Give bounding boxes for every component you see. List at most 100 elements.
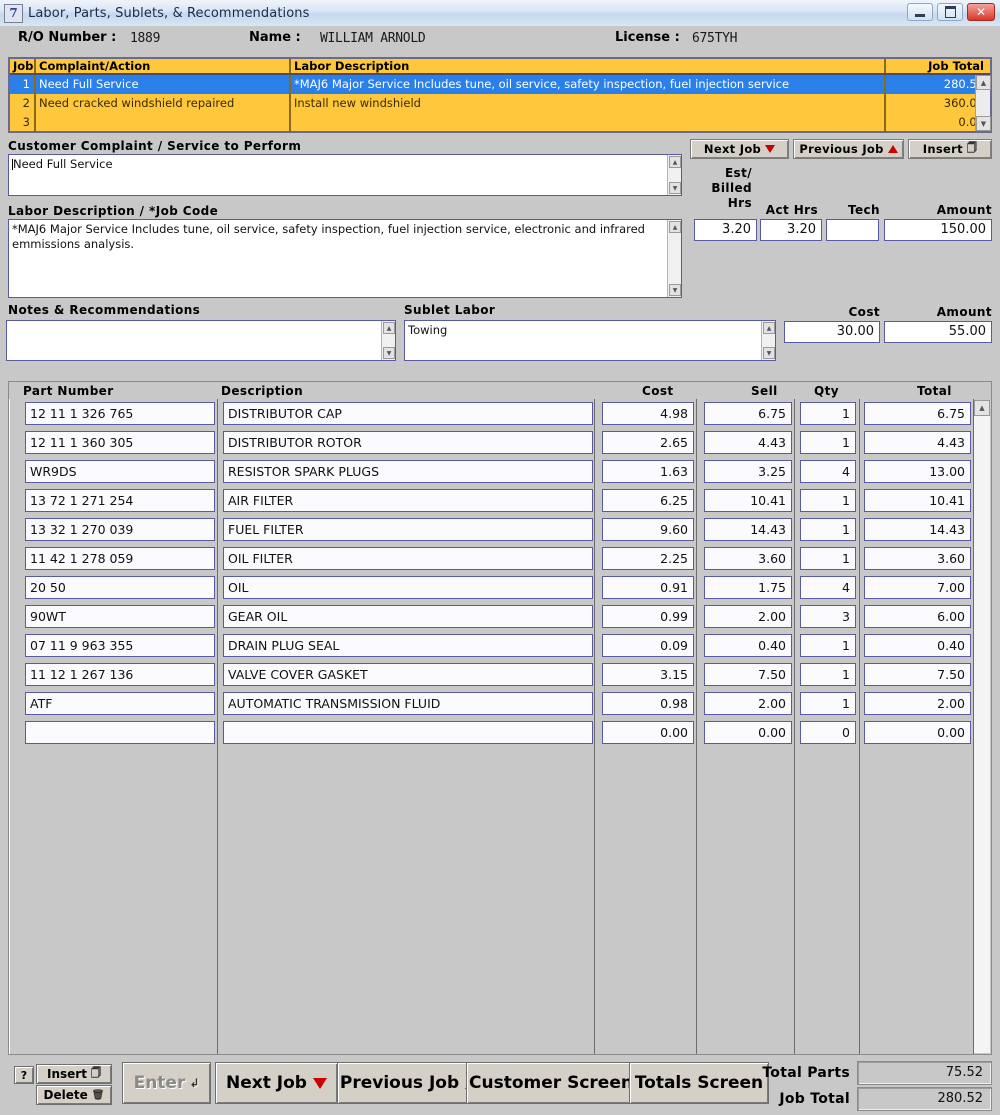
notes-recommendations-input[interactable]: ▲ ▼ xyxy=(6,320,396,361)
job-grid-row[interactable]: 1 Need Full Service *MAJ6 Major Service … xyxy=(10,75,990,94)
parts-cell-part-number[interactable]: 13 72 1 271 254 xyxy=(25,489,215,512)
parts-cell-qty[interactable]: 1 xyxy=(800,547,856,570)
parts-cell-qty[interactable]: 4 xyxy=(800,460,856,483)
parts-cell-total[interactable]: 10.41 xyxy=(864,489,971,512)
scroll-down-icon[interactable]: ▼ xyxy=(763,347,775,359)
maximize-button[interactable] xyxy=(937,3,963,21)
sublet-labor-input[interactable]: Towing ▲ ▼ xyxy=(404,320,776,361)
previous-job-button-top[interactable]: Previous Job xyxy=(793,139,904,159)
job-grid[interactable]: Job Complaint/Action Labor Description J… xyxy=(8,57,992,133)
close-button[interactable]: ✕ xyxy=(967,3,995,21)
parts-cell-sell[interactable]: 6.75 xyxy=(704,402,792,425)
parts-cell-cost[interactable]: 0.09 xyxy=(602,634,694,657)
table-row[interactable]: 13 32 1 270 039 FUEL FILTER 9.60 14.43 1 14.4… xyxy=(9,515,991,544)
scroll-up-icon[interactable]: ▲ xyxy=(974,400,990,416)
parts-cell-sell[interactable]: 2.00 xyxy=(704,605,792,628)
parts-cell-sell[interactable]: 0.00 xyxy=(704,721,792,744)
scroll-up-icon[interactable]: ▲ xyxy=(383,322,395,334)
parts-cell-sell[interactable]: 0.40 xyxy=(704,634,792,657)
scroll-down-icon[interactable]: ▼ xyxy=(976,116,991,131)
scroll-up-icon[interactable]: ▲ xyxy=(669,156,681,168)
job-grid-row[interactable]: 2 Need cracked windshield repaired Insta… xyxy=(10,94,990,113)
labor-description-input[interactable]: *MAJ6 Major Service Includes tune, oil s… xyxy=(8,219,682,298)
table-row[interactable]: 12 11 1 360 305 DISTRIBUTOR ROTOR 2.65 4.43… xyxy=(9,428,991,457)
scroll-up-icon[interactable]: ▲ xyxy=(763,322,775,334)
parts-cell-sell[interactable]: 3.25 xyxy=(704,460,792,483)
parts-cell-total[interactable]: 3.60 xyxy=(864,547,971,570)
insert-button[interactable]: Insert 🗍 xyxy=(36,1064,112,1084)
parts-cell-cost[interactable]: 1.63 xyxy=(602,460,694,483)
parts-cell-part-number[interactable] xyxy=(25,721,215,744)
parts-cell-qty[interactable]: 0 xyxy=(800,721,856,744)
parts-cell-part-number[interactable]: WR9DS xyxy=(25,460,215,483)
table-row[interactable]: 90WT GEAR OIL 0.99 2.00 3 6.00 xyxy=(9,602,991,631)
parts-cell-description[interactable] xyxy=(223,721,593,744)
parts-cell-sell[interactable]: 7.50 xyxy=(704,663,792,686)
parts-cell-part-number[interactable]: 13 32 1 270 039 xyxy=(25,518,215,541)
parts-cell-total[interactable]: 2.00 xyxy=(864,692,971,715)
parts-cell-description[interactable]: FUEL FILTER xyxy=(223,518,593,541)
customer-complaint-scrollbar[interactable]: ▲ ▼ xyxy=(667,155,681,195)
parts-cell-sell[interactable]: 4.43 xyxy=(704,431,792,454)
labor-description-scrollbar[interactable]: ▲ ▼ xyxy=(667,220,681,297)
table-row[interactable]: WR9DS RESISTOR SPARK PLUGS 1.63 3.25 4 13.00 xyxy=(9,457,991,486)
parts-cell-part-number[interactable]: 12 11 1 326 765 xyxy=(25,402,215,425)
parts-cell-cost[interactable]: 0.98 xyxy=(602,692,694,715)
job-grid-row[interactable]: 3 0.00 xyxy=(10,113,990,132)
parts-cell-sell[interactable]: 14.43 xyxy=(704,518,792,541)
parts-cell-total[interactable]: 4.43 xyxy=(864,431,971,454)
act-hrs-input[interactable]: 3.20 xyxy=(760,219,822,241)
parts-table-body[interactable]: 12 11 1 326 765 DISTRIBUTOR CAP 4.98 6.75 1 6… xyxy=(9,399,991,1054)
amount-input-labor[interactable]: 150.00 xyxy=(884,219,992,241)
est-billed-hrs-input[interactable]: 3.20 xyxy=(694,219,757,241)
parts-cell-sell[interactable]: 1.75 xyxy=(704,576,792,599)
parts-cell-total[interactable]: 14.43 xyxy=(864,518,971,541)
scroll-up-icon[interactable]: ▲ xyxy=(976,75,991,90)
parts-cell-part-number[interactable]: 90WT xyxy=(25,605,215,628)
parts-cell-total[interactable]: 0.00 xyxy=(864,721,971,744)
parts-cell-cost[interactable]: 2.65 xyxy=(602,431,694,454)
parts-cell-sell[interactable]: 2.00 xyxy=(704,692,792,715)
parts-cell-qty[interactable]: 1 xyxy=(800,692,856,715)
parts-cell-cost[interactable]: 4.98 xyxy=(602,402,694,425)
customer-complaint-input[interactable]: Need Full Service ▲ ▼ xyxy=(8,154,682,196)
tech-input[interactable] xyxy=(826,219,879,241)
parts-cell-qty[interactable]: 1 xyxy=(800,431,856,454)
customer-screen-button[interactable]: Customer Screen xyxy=(466,1062,636,1104)
parts-cell-qty[interactable]: 3 xyxy=(800,605,856,628)
parts-cell-qty[interactable]: 1 xyxy=(800,489,856,512)
parts-cell-total[interactable]: 7.00 xyxy=(864,576,971,599)
parts-cell-description[interactable]: VALVE COVER GASKET xyxy=(223,663,593,686)
parts-cell-part-number[interactable]: 20 50 xyxy=(25,576,215,599)
delete-button[interactable]: Delete 🗑 xyxy=(36,1085,112,1105)
parts-cell-qty[interactable]: 1 xyxy=(800,634,856,657)
help-button[interactable]: ? xyxy=(14,1066,34,1084)
parts-cell-cost[interactable]: 0.00 xyxy=(602,721,694,744)
parts-cell-cost[interactable]: 0.99 xyxy=(602,605,694,628)
previous-job-button[interactable]: Previous Job xyxy=(337,1062,482,1104)
parts-cell-part-number[interactable]: 12 11 1 360 305 xyxy=(25,431,215,454)
minimize-button[interactable] xyxy=(907,3,933,21)
parts-cell-qty[interactable]: 1 xyxy=(800,518,856,541)
scroll-down-icon[interactable]: ▼ xyxy=(669,284,681,296)
notes-scrollbar[interactable]: ▲ ▼ xyxy=(381,321,395,360)
sublet-scrollbar[interactable]: ▲ ▼ xyxy=(761,321,775,360)
table-row[interactable]: 12 11 1 326 765 DISTRIBUTOR CAP 4.98 6.75 1 6… xyxy=(9,399,991,428)
parts-cell-description[interactable]: AUTOMATIC TRANSMISSION FLUID xyxy=(223,692,593,715)
parts-cell-cost[interactable]: 9.60 xyxy=(602,518,694,541)
insert-button-top[interactable]: Insert 🗍 xyxy=(908,139,992,159)
parts-cell-part-number[interactable]: ATF xyxy=(25,692,215,715)
parts-cell-qty[interactable]: 1 xyxy=(800,663,856,686)
job-grid-scrollbar[interactable]: ▲ ▼ xyxy=(975,75,991,131)
parts-cell-part-number[interactable]: 11 42 1 278 059 xyxy=(25,547,215,570)
parts-cell-sell[interactable]: 10.41 xyxy=(704,489,792,512)
scroll-down-icon[interactable]: ▼ xyxy=(669,182,681,194)
table-row[interactable]: 0.00 0.00 0 0.00 xyxy=(9,718,991,747)
parts-cell-cost[interactable]: 0.91 xyxy=(602,576,694,599)
scroll-up-icon[interactable]: ▲ xyxy=(669,221,681,233)
parts-table[interactable]: Part Number Description Cost Sell Qty To… xyxy=(8,381,992,1055)
parts-cell-total[interactable]: 0.40 xyxy=(864,634,971,657)
table-row[interactable]: 11 42 1 278 059 OIL FILTER 2.25 3.60 1 3.60 xyxy=(9,544,991,573)
table-row[interactable]: 11 12 1 267 136 VALVE COVER GASKET 3.15 7.5… xyxy=(9,660,991,689)
parts-cell-cost[interactable]: 2.25 xyxy=(602,547,694,570)
